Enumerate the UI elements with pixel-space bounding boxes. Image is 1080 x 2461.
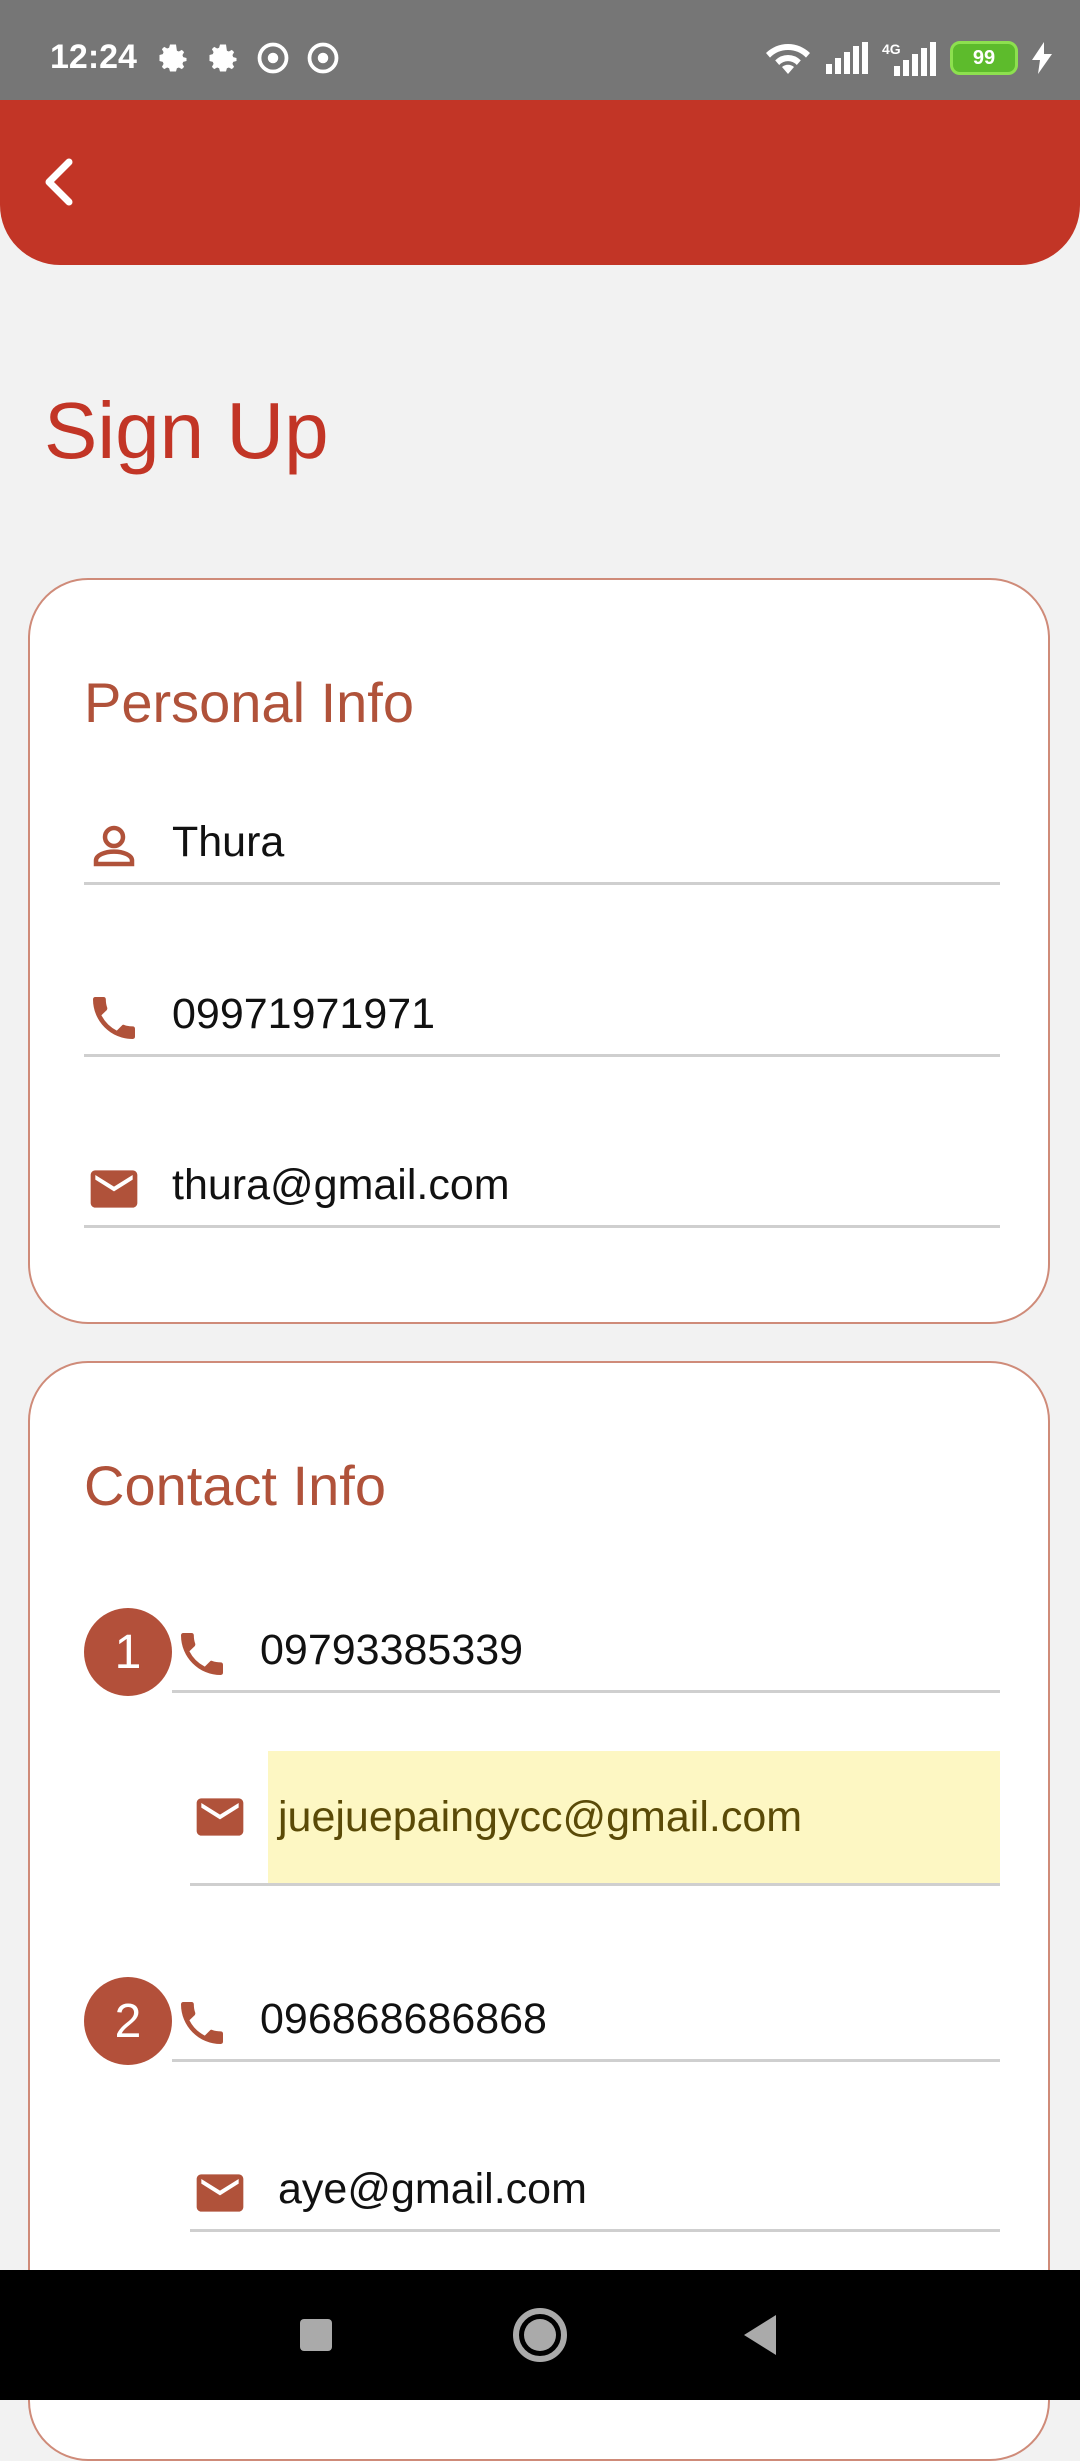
email-value: thura@gmail.com <box>172 1161 510 1209</box>
back-button[interactable] <box>28 150 88 214</box>
signal-icon <box>826 42 868 74</box>
app-notification-icon <box>257 42 289 74</box>
name-field[interactable]: Thura <box>84 802 1000 885</box>
status-time: 12:24 <box>50 38 137 76</box>
contact-number-badge: 2 <box>84 1977 172 2065</box>
status-notification-icons <box>155 40 341 76</box>
contact-phone-value: 096868686868 <box>260 1995 547 2043</box>
contact-number: 1 <box>114 1625 142 1679</box>
contact-email-value: aye@gmail.com <box>278 2165 587 2213</box>
contact-phone-field[interactable]: 096868686868 <box>172 1979 1000 2062</box>
mail-icon <box>84 1159 144 1219</box>
recents-icon <box>300 2319 332 2351</box>
contact-phone-value: 09793385339 <box>260 1626 524 1674</box>
phone-value: 09971971971 <box>172 990 436 1038</box>
home-button[interactable] <box>508 2303 572 2367</box>
contact-number: 2 <box>114 1994 142 2048</box>
status-system-icons: 4G 99 <box>764 40 1052 76</box>
phone-icon <box>172 1993 232 2053</box>
contact-info-title: Contact Info <box>84 1454 386 1517</box>
signal-4g-icon: 4G <box>882 41 936 76</box>
charging-icon <box>1032 42 1052 74</box>
status-bar: 12:24 4G 99 <box>0 0 1080 100</box>
page-title: Sign Up <box>44 386 329 475</box>
battery-level: 99 <box>972 46 996 69</box>
back-nav-button[interactable] <box>728 2303 792 2367</box>
contact-email-field[interactable]: aye@gmail.com <box>190 2149 1000 2232</box>
app-notification-icon <box>307 42 339 74</box>
battery-indicator: 99 <box>950 41 1018 75</box>
phone-field[interactable]: 09971971971 <box>84 974 1000 1057</box>
wifi-icon <box>766 44 810 74</box>
home-icon <box>513 2308 567 2362</box>
recents-button[interactable] <box>284 2303 348 2367</box>
personal-info-title: Personal Info <box>84 671 414 734</box>
phone-icon <box>84 988 144 1048</box>
svg-text:4G: 4G <box>882 41 901 57</box>
mail-icon <box>190 2163 250 2223</box>
app-bar <box>0 100 1080 265</box>
name-value: Thura <box>172 818 285 866</box>
back-triangle-icon <box>744 2315 776 2355</box>
email-field[interactable]: thura@gmail.com <box>84 1145 1000 1228</box>
settings-icon <box>159 44 187 72</box>
contact-email-field[interactable]: juejuepaingycc@gmail.com <box>190 1751 1000 1886</box>
phone-icon <box>172 1624 232 1684</box>
person-icon <box>84 816 144 876</box>
settings-icon <box>209 44 237 72</box>
contact-email-value: juejuepaingycc@gmail.com <box>268 1751 1000 1883</box>
contact-phone-field[interactable]: 09793385339 <box>172 1610 1000 1693</box>
mail-icon <box>190 1787 250 1847</box>
navigation-bar <box>0 2270 1080 2400</box>
contact-number-badge: 1 <box>84 1608 172 1696</box>
personal-info-card: Personal Info Thura 09971971971 thura@gm… <box>28 578 1050 1324</box>
back-icon <box>45 158 73 206</box>
